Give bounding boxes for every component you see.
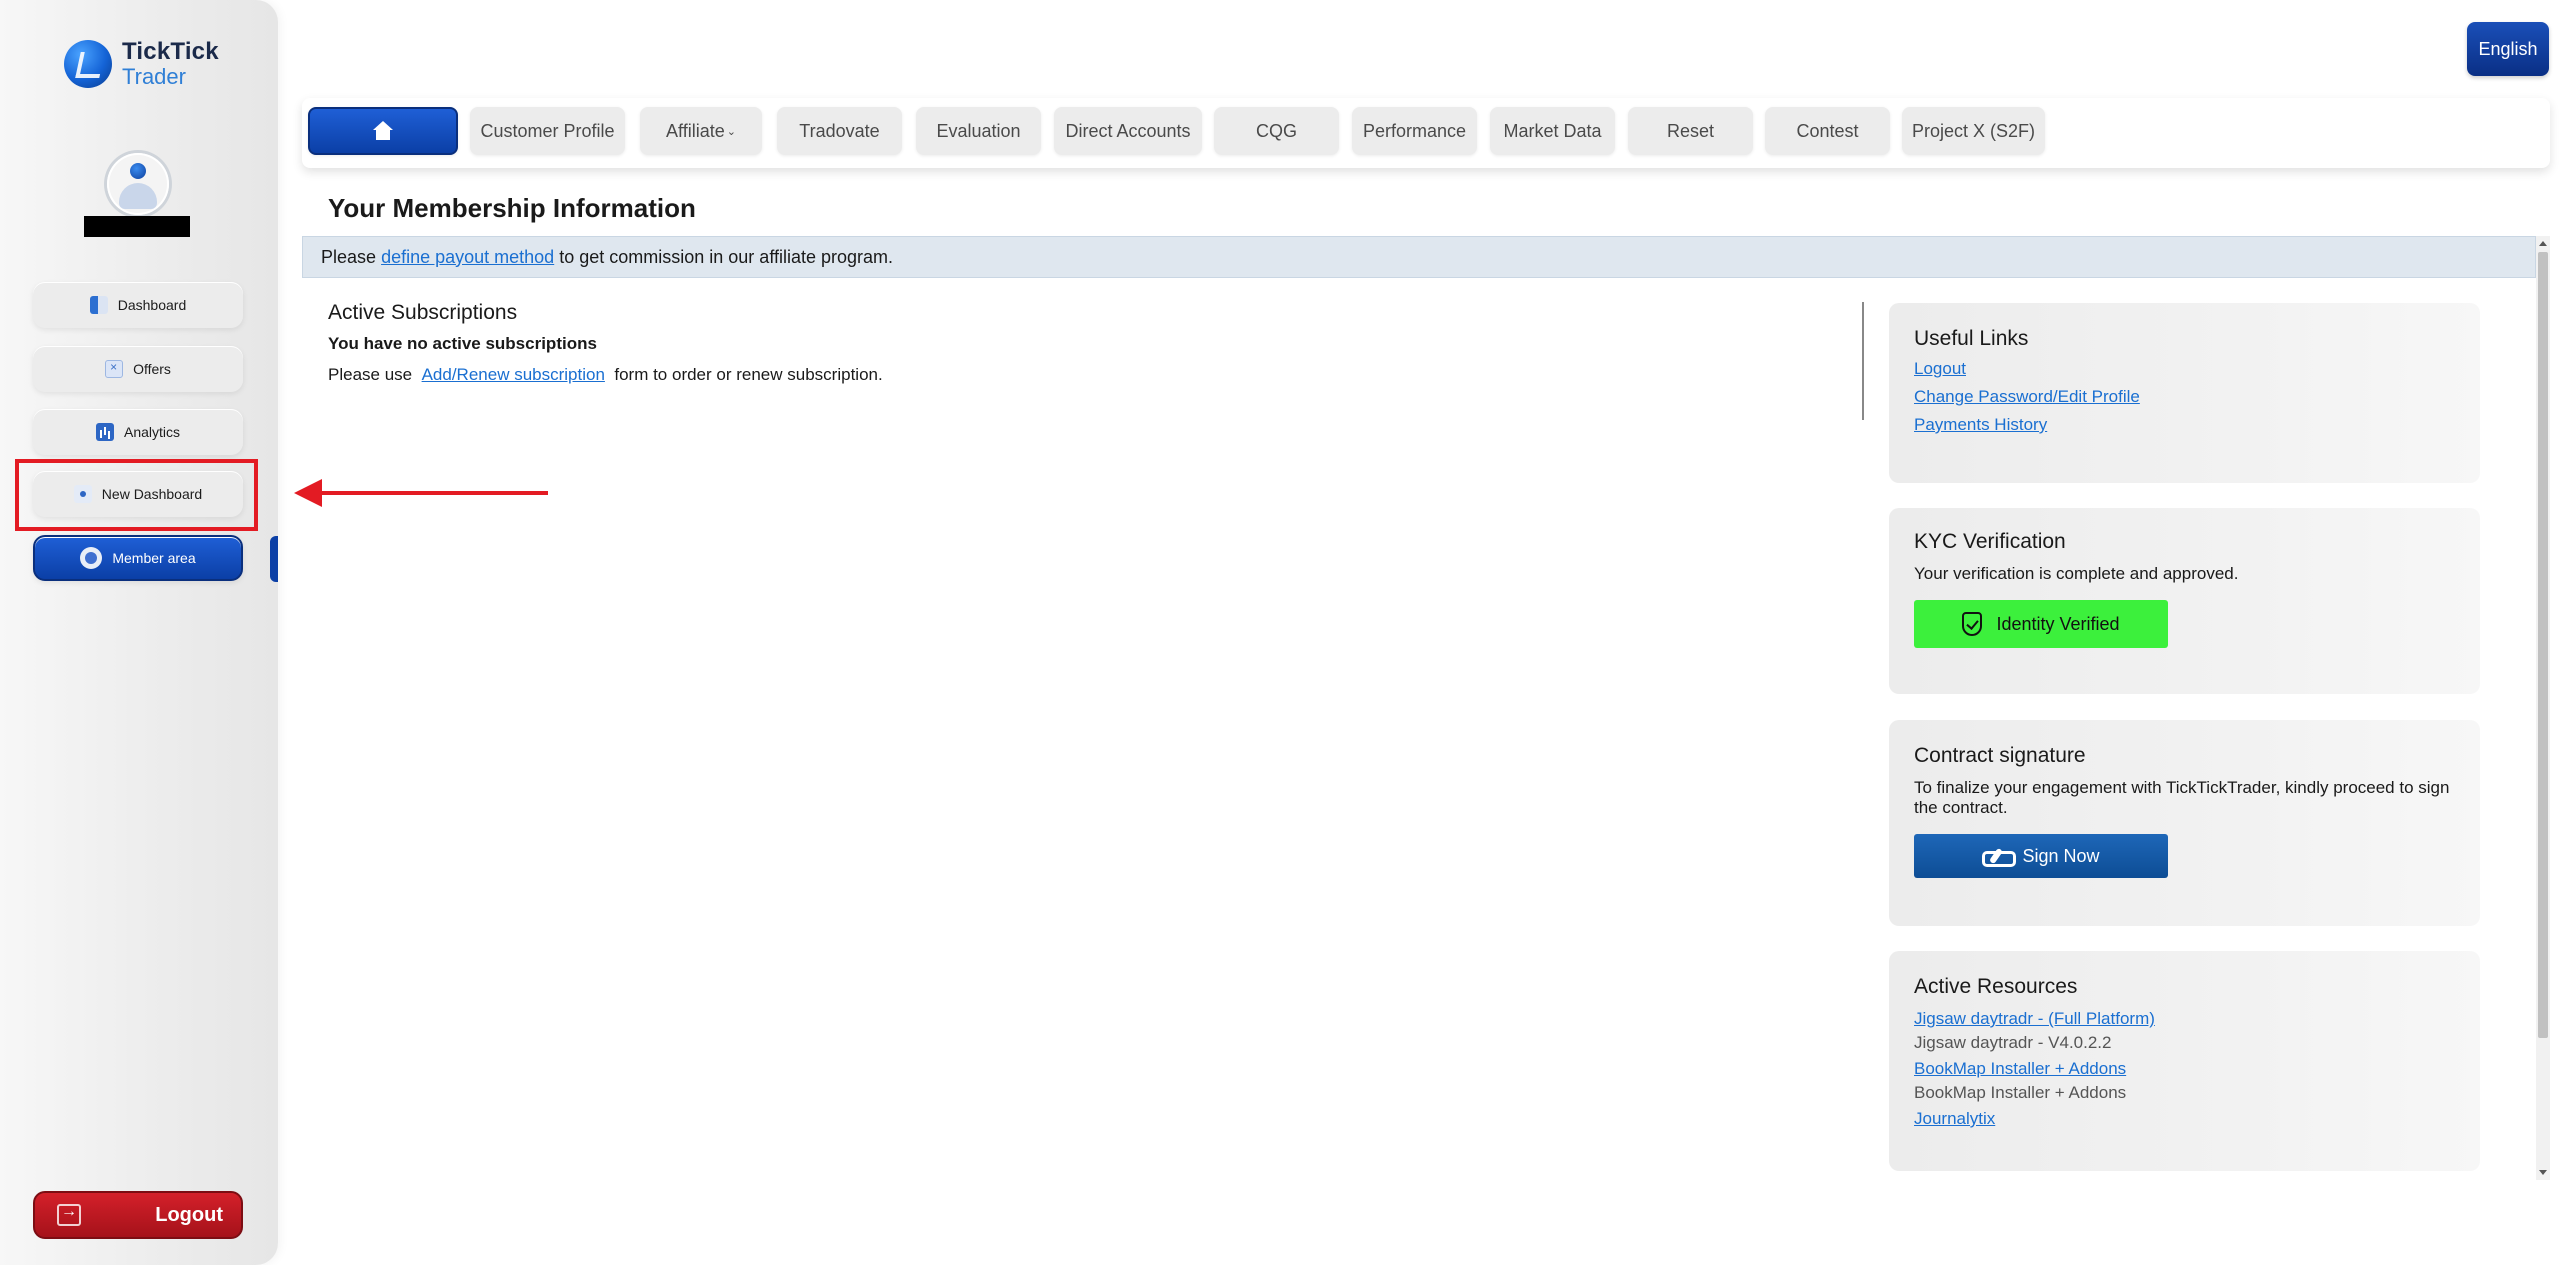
sidebar-item-label: Analytics [123,424,181,440]
sidebar-item-dashboard[interactable]: Dashboard [33,282,243,328]
shield-check-icon [1962,612,1983,636]
kyc-card: KYC Verification Your verification is co… [1889,508,2480,694]
scroll-thumb[interactable] [2538,252,2548,1038]
payout-notice: Please define payout method to get commi… [302,236,2536,278]
kyc-status-text: Your verification is complete and approv… [1914,564,2239,583]
identity-verified-button[interactable]: Identity Verified [1914,600,2168,648]
sidebar-item-label: Dashboard [117,297,187,313]
useful-links-card: Useful Links Logout Change Password/Edit… [1889,303,2480,483]
sidebar-item-label: Member area [112,550,196,566]
dashboard-icon [89,296,108,314]
annotation-arrow-line [312,491,548,495]
notice-text-pre: Please [321,246,377,267]
tab-market-data[interactable]: Market Data [1490,107,1615,155]
scroll-down-arrow-icon[interactable] [2539,1170,2547,1175]
jigsaw-link[interactable]: Jigsaw daytradr - (Full Platform) [1914,1009,2455,1029]
logout-link[interactable]: Logout [1914,359,2455,379]
bookmap-link[interactable]: BookMap Installer + Addons [1914,1059,2455,1079]
card-title: Useful Links [1914,327,2029,350]
button-label: Identity Verified [1996,613,2120,634]
tab-cqg[interactable]: CQG [1214,107,1339,155]
tab-direct-accounts[interactable]: Direct Accounts [1054,107,1202,155]
define-payout-link[interactable]: define payout method [381,247,554,268]
analytics-icon [95,423,114,441]
tab-tradovate[interactable]: Tradovate [777,107,902,155]
scroll-up-arrow-icon[interactable] [2539,241,2547,246]
journalytix-link[interactable]: Journalytix [1914,1109,2455,1129]
renew-instructions: Please use Add/Renew subscription form t… [328,365,883,385]
top-navigation: Customer Profile Affiliate ⌄ Tradovate Ev… [302,98,2550,168]
logout-label: Logout [155,1203,223,1226]
offers-icon [105,360,124,378]
tab-contest[interactable]: Contest [1765,107,1890,155]
card-title: KYC Verification [1914,530,2066,553]
tab-home[interactable] [308,107,458,155]
language-button[interactable]: English [2467,22,2549,76]
tab-performance[interactable]: Performance [1352,107,1477,155]
payments-history-link[interactable]: Payments History [1914,415,2455,435]
sidebar-item-label: Offers [133,361,171,377]
handshake-icon [1982,847,2017,867]
contract-text: To finalize your engagement with TickTic… [1914,778,2450,817]
contract-card: Contract signature To finalize your enga… [1889,720,2480,926]
jigsaw-version: Jigsaw daytradr - V4.0.2.2 [1914,1033,2112,1052]
bookmap-description: BookMap Installer + Addons [1914,1083,2127,1102]
sidebar: TickTick Trader Dashboard Offers Analyti… [0,0,278,1265]
card-title: Contract signature [1914,744,2086,767]
brand-logo[interactable]: TickTick Trader [64,40,219,88]
sign-now-button[interactable]: Sign Now [1914,834,2168,878]
tab-project-x[interactable]: Project X (S2F) [1902,107,2045,155]
avatar[interactable] [107,153,169,215]
tab-evaluation[interactable]: Evaluation [916,107,1041,155]
change-password-link[interactable]: Change Password/Edit Profile [1914,387,2455,407]
sidebar-item-analytics[interactable]: Analytics [33,409,243,455]
page-title: Your Membership Information [328,193,696,223]
no-subscriptions-text: You have no active subscriptions [328,334,597,353]
column-divider [1862,302,1864,420]
home-icon [372,121,394,141]
tab-affiliate[interactable]: Affiliate ⌄ [640,107,762,155]
username-redacted [84,216,190,237]
member-icon [80,547,103,569]
tab-label: Affiliate [666,120,725,141]
tab-customer-profile[interactable]: Customer Profile [470,107,625,155]
renew-text-pre: Please use [328,365,417,384]
logout-icon [57,1203,81,1226]
add-renew-subscription-link[interactable]: Add/Renew subscription [422,365,605,384]
tab-reset[interactable]: Reset [1628,107,1753,155]
logout-button[interactable]: Logout [33,1191,243,1239]
sidebar-item-offers[interactable]: Offers [33,346,243,392]
highlight-box [15,459,258,531]
card-title: Active Resources [1914,975,2078,998]
active-indicator [270,536,278,582]
button-label: Sign Now [2022,845,2100,866]
renew-text-post: form to order or renew subscription. [609,365,883,384]
notice-text-post: to get commission in our affiliate progr… [559,246,894,267]
brand-name-line1: TickTick [122,38,219,65]
chevron-down-icon: ⌄ [726,125,736,138]
ticktick-logo-icon [64,40,112,88]
main-scrollbar[interactable] [2536,236,2550,1180]
subscriptions-title: Active Subscriptions [328,301,518,324]
active-resources-card: Active Resources Jigsaw daytradr - (Full… [1889,951,2480,1171]
brand-name-line2: Trader [122,64,186,89]
sidebar-item-member-area[interactable]: Member area [33,535,243,581]
